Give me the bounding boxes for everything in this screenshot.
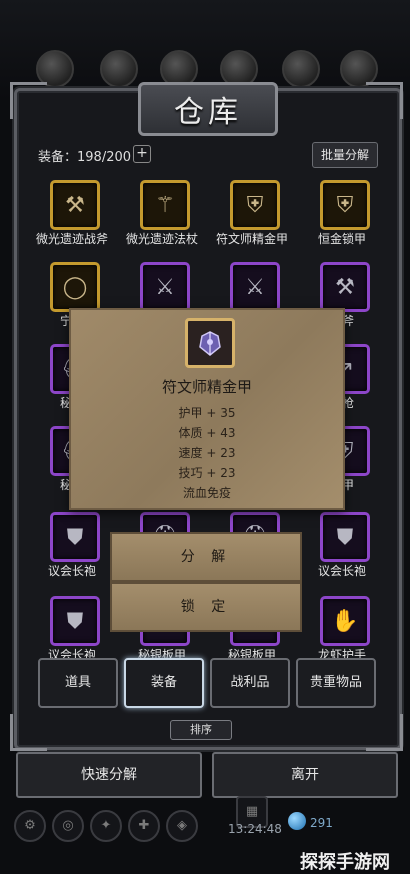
item-label: 议会长袍 (317, 564, 366, 578)
stat-line: 流血免疫 (182, 486, 231, 500)
ring-icon: ◯ (62, 274, 88, 300)
inventory-slot[interactable]: ⚚ (140, 180, 190, 230)
armor-icon (185, 318, 235, 368)
bag-icon[interactable]: ◈ (166, 810, 198, 842)
capacity-counter: 装备：198/200 (38, 150, 132, 165)
inventory-slot[interactable]: ⚒ (320, 262, 370, 312)
inventory-slot[interactable]: ⛨ (320, 180, 370, 230)
inventory-slot[interactable]: ⚔ (140, 262, 190, 312)
item-label: 符文师精金甲 (215, 232, 288, 246)
frame-corner-ornament (10, 714, 47, 751)
stat-line: 速度 + 23 (178, 446, 236, 460)
tab-equipment[interactable]: 装备 (124, 658, 204, 708)
top-slot-icon[interactable] (100, 50, 138, 88)
frame-corner-ornament (366, 82, 403, 119)
quick-decompose-button[interactable]: 快速分解 (16, 752, 202, 798)
page-title: 仓库 (174, 95, 242, 130)
tab-loot[interactable]: 战利品 (210, 658, 290, 708)
leave-button[interactable]: 离开 (212, 752, 398, 798)
battleaxe-icon: ⚒ (335, 274, 355, 300)
top-slot-icon[interactable] (282, 50, 320, 88)
item-label: 恒金锁甲 (317, 232, 366, 246)
item-label: 微光遗迹战斧 (35, 232, 108, 246)
sort-button[interactable]: 排序 (170, 720, 232, 740)
map-icon[interactable]: ◎ (52, 810, 84, 842)
lock-button[interactable]: 锁 定 (110, 582, 302, 632)
skill-icon[interactable]: ✦ (90, 810, 122, 842)
item-label: 议会长袍 (47, 564, 96, 578)
robe-icon: ⛊ (66, 524, 84, 550)
inventory-slot[interactable]: ⛨ (230, 180, 280, 230)
greatsword-icon: ⚔ (155, 274, 175, 300)
site-watermark: 探探手游网 (300, 852, 390, 873)
inventory-slot[interactable]: ⚒ (50, 180, 100, 230)
inventory-slot[interactable]: ⛊ (50, 512, 100, 562)
inventory-slot[interactable]: ⚔ (230, 262, 280, 312)
staff-icon: ⚚ (155, 192, 175, 218)
gem-count: 291 (310, 816, 333, 830)
game-clock: 13:24:48 (228, 822, 282, 836)
menu-icon[interactable]: ⚙ (14, 810, 46, 842)
item-label: 微光遗迹法杖 (125, 232, 198, 246)
tab-valuables[interactable]: 贵重物品 (296, 658, 376, 708)
bulk-decompose-button[interactable]: 批量分解 (312, 142, 378, 168)
gem-icon (288, 812, 306, 830)
stat-line: 护甲 + 35 (178, 406, 236, 420)
robe-icon: ⛊ (336, 524, 354, 550)
item-detail-popup: 符文师精金甲 护甲 + 35 体质 + 43 速度 + 23 技巧 + 23 流… (69, 308, 345, 510)
frame-corner-ornament (366, 714, 403, 751)
inventory-slot[interactable]: ⛊ (320, 512, 370, 562)
decompose-button[interactable]: 分 解 (110, 532, 302, 582)
title-plate: 仓库 (138, 82, 278, 136)
inventory-slot[interactable]: ✋ (320, 596, 370, 646)
sword-icon: ⚔ (245, 274, 265, 300)
item-name: 符文师精金甲 (161, 378, 252, 396)
frame-corner-ornament (10, 82, 47, 119)
expand-capacity-button[interactable]: + (133, 145, 151, 163)
quest-icon[interactable]: ✚ (128, 810, 160, 842)
chainmail-icon: ⛨ (336, 192, 354, 218)
armor-icon: ⛨ (246, 192, 264, 218)
inventory-slot[interactable]: ⛊ (50, 596, 100, 646)
stat-line: 体质 + 43 (178, 426, 236, 440)
robe-icon: ⛊ (66, 608, 84, 634)
gauntlet-icon: ✋ (331, 608, 359, 634)
axe-icon: ⚒ (65, 192, 85, 218)
tab-items[interactable]: 道具 (38, 658, 118, 708)
stat-line: 技巧 + 23 (178, 466, 236, 480)
inventory-slot[interactable]: ◯ (50, 262, 100, 312)
